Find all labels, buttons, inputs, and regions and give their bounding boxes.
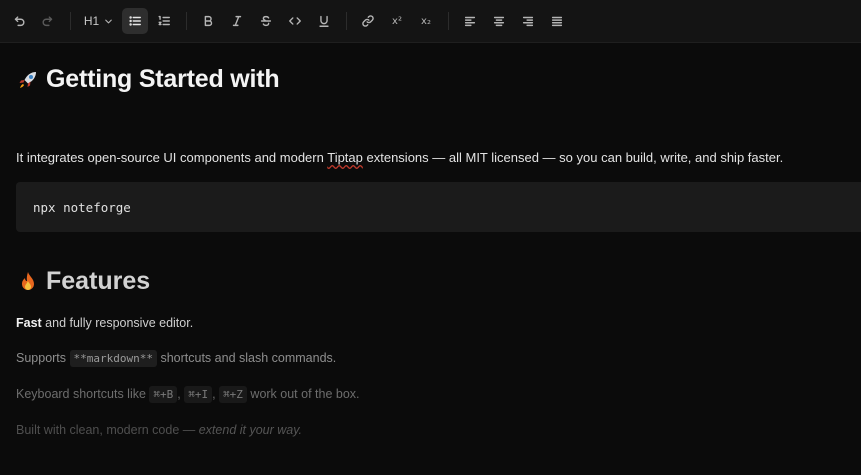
intro-paragraph: It integrates open-source UI components … [16,150,783,165]
strikethrough-button[interactable] [253,8,279,34]
toolbar-divider [448,12,449,30]
shortcut-bold-code: ⌘+B [149,386,178,403]
title-text: Getting Started with [46,65,280,93]
superscript-icon: x² [392,15,402,27]
tiptap-word: Tiptap [327,150,363,165]
underline-icon [319,15,329,27]
page-title: Getting Started with [16,65,280,94]
fast-rest-text: and fully responsive editor. [41,316,194,330]
intro-text: It integrates open-source UI components … [16,150,328,165]
subscript-icon: x₂ [421,15,431,27]
code-line-text: Built with clean, modern code — [16,423,199,437]
features-heading-text: Features [46,267,151,295]
redo-icon [42,16,53,27]
subscript-button[interactable]: x₂ [413,8,439,34]
align-left-button[interactable] [457,8,483,34]
ordered-list-icon [158,15,170,26]
heading-level-label: H1 [83,14,100,28]
code-line-italic: extend it your way. [198,423,303,437]
markdown-text-end: shortcuts and slash commands. [157,351,337,365]
ordered-list-button[interactable] [151,8,177,34]
undo-button[interactable] [6,8,32,34]
align-right-icon [522,16,534,27]
italic-icon [232,15,242,27]
shortcut-italic-code: ⌘+I [184,386,213,403]
feature-line-shortcuts: Keyboard shortcuts like ⌘+B, ⌘+I, ⌘+Z wo… [16,386,360,403]
editor-content[interactable]: Getting Started with It integrates open-… [0,43,861,475]
link-icon [362,15,374,27]
editor-toolbar: H1 x² x₂ [0,0,861,43]
toolbar-divider [346,12,347,30]
bullet-list-button[interactable] [122,8,148,34]
bold-icon [204,15,213,27]
align-justify-icon [551,16,563,27]
superscript-button[interactable]: x² [384,8,410,34]
feature-line-code: Built with clean, modern code — extend i… [16,423,302,437]
feature-line-fast: Fast and fully responsive editor. [16,316,193,330]
shortcuts-text-end: work out of the box. [246,387,360,401]
undo-icon [14,16,25,27]
chevron-down-icon [105,19,112,23]
code-block: npx noteforge [16,182,861,232]
code-icon [289,17,301,25]
shortcuts-text-start: Keyboard shortcuts like [16,387,150,401]
align-center-button[interactable] [486,8,512,34]
align-left-icon [464,16,476,27]
toolbar-divider [186,12,187,30]
code-button[interactable] [282,8,308,34]
markdown-inline-code: **markdown** [69,350,157,367]
bold-button[interactable] [195,8,221,34]
fast-bold-text: Fast [16,316,42,330]
align-right-button[interactable] [515,8,541,34]
align-center-icon [493,16,505,27]
shortcut-undo-code: ⌘+Z [219,386,247,403]
italic-button[interactable] [224,8,250,34]
redo-button[interactable] [35,8,61,34]
underline-button[interactable] [311,8,337,34]
fire-icon [22,271,34,290]
toolbar-divider [70,12,71,30]
markdown-text-start: Supports [16,351,70,365]
heading-level-dropdown[interactable]: H1 [79,8,119,34]
intro-text-end: extensions — all MIT licensed — so you c… [362,150,784,165]
code-block-text: npx noteforge [33,199,131,215]
bullet-list-icon [129,16,141,26]
align-justify-button[interactable] [544,8,570,34]
feature-line-markdown: Supports **markdown** shortcuts and slas… [16,350,337,367]
link-button[interactable] [355,8,381,34]
rocket-icon [19,71,36,88]
features-heading: Features [16,267,150,296]
strikethrough-icon [260,15,272,27]
